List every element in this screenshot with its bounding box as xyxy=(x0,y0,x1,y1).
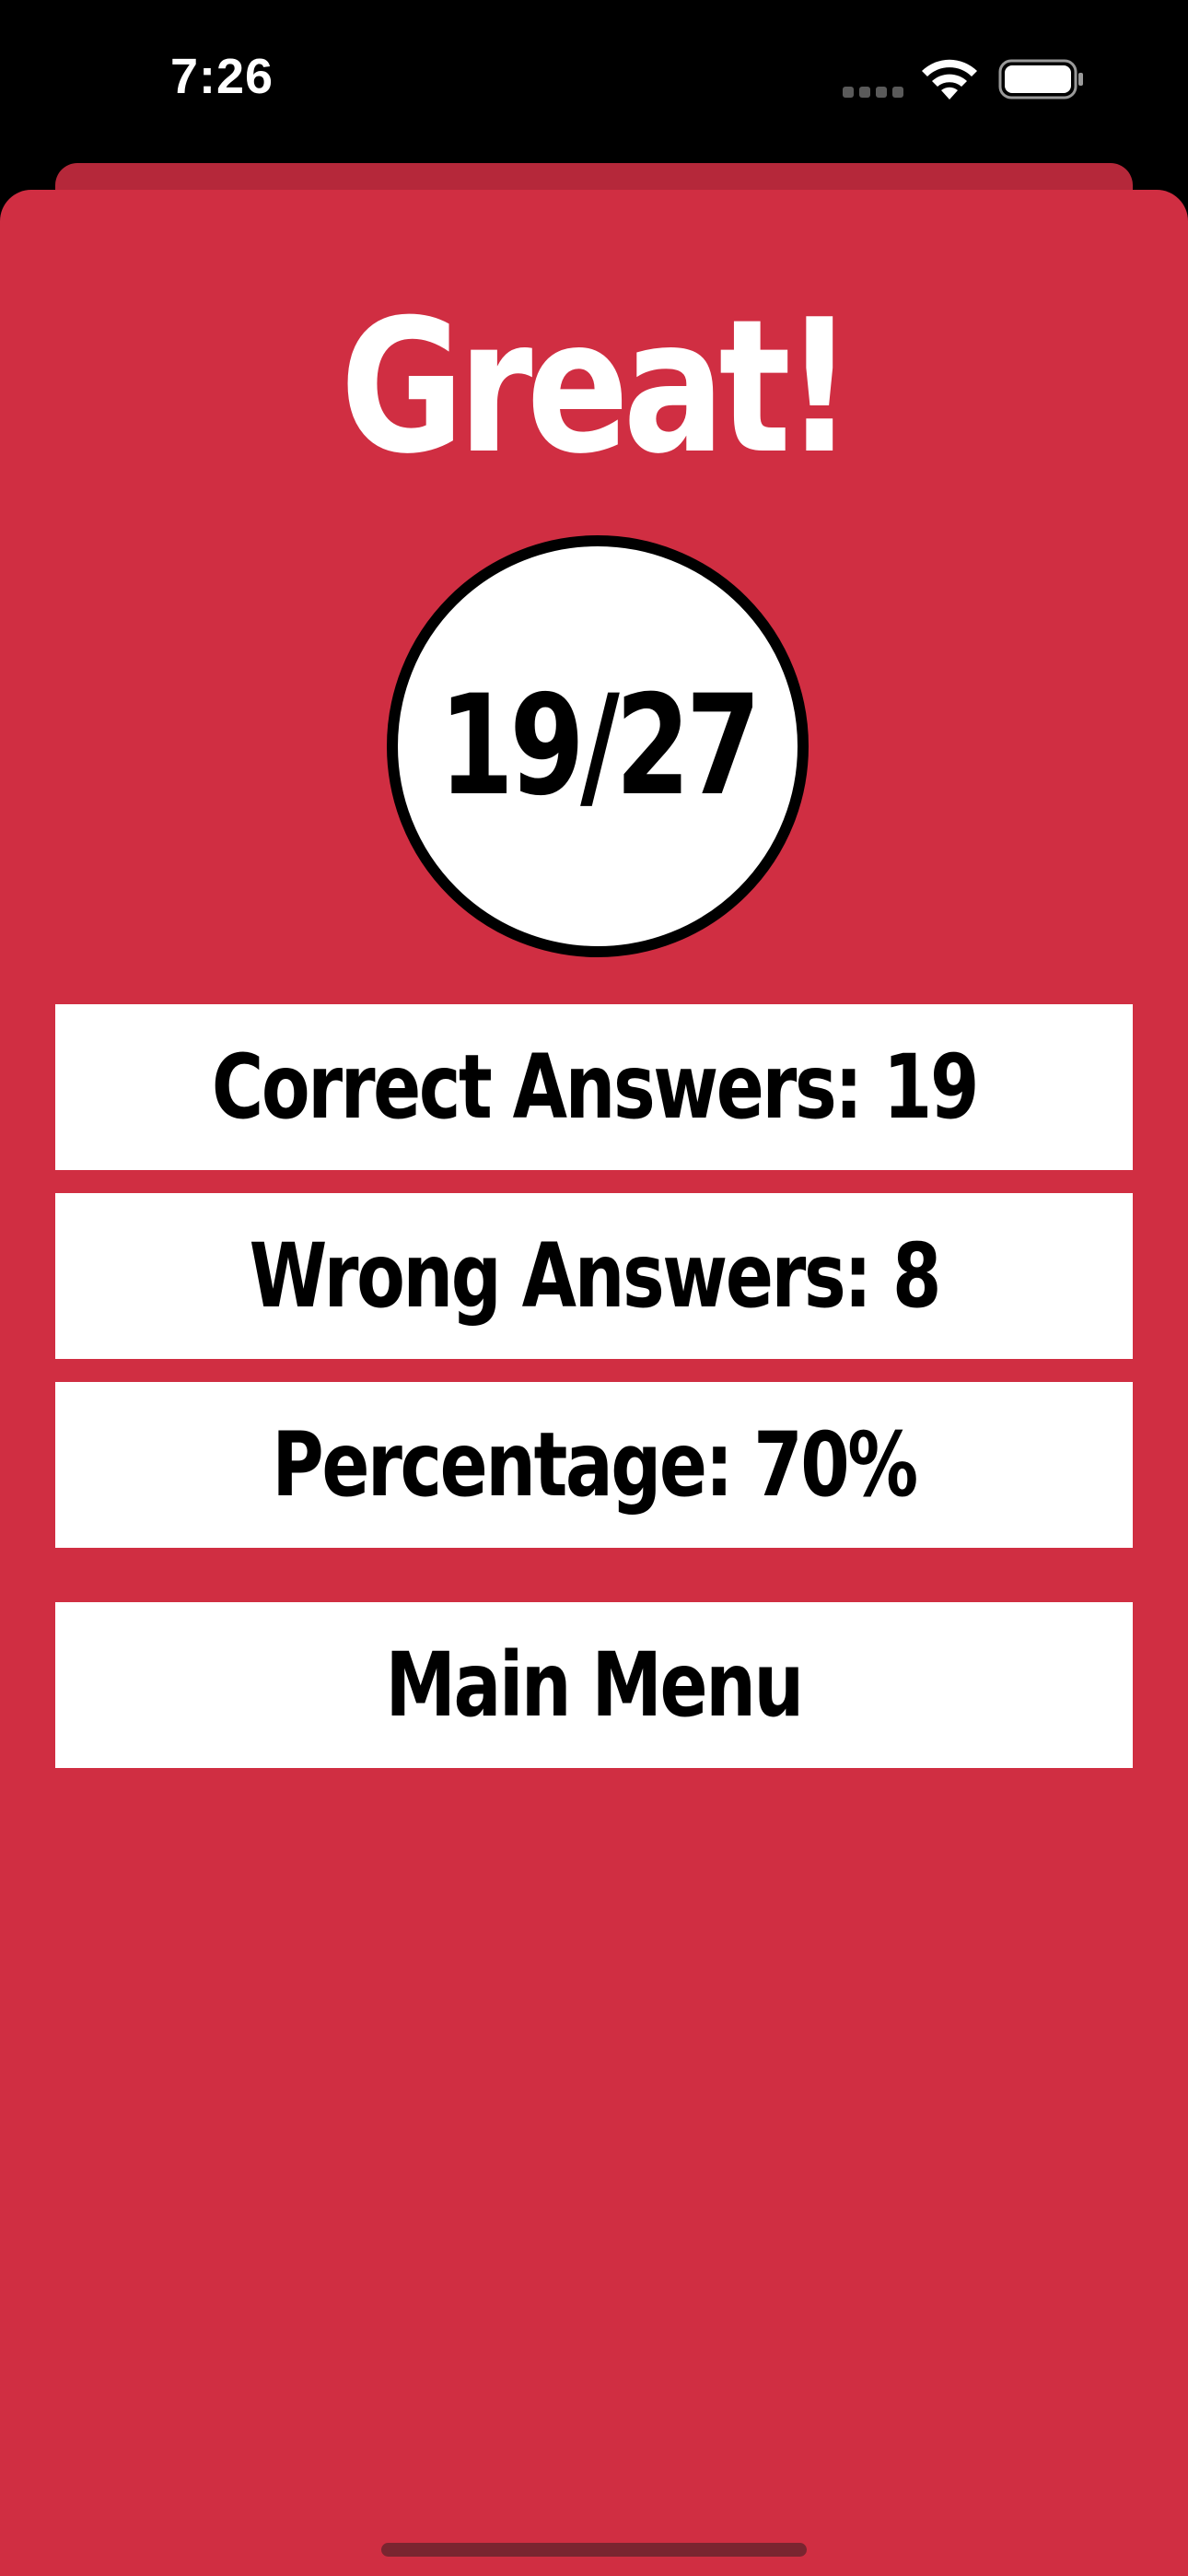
wrong-answers-box: Wrong Answers: 8 xyxy=(55,1193,1133,1359)
battery-icon xyxy=(998,59,1083,100)
cellular-signal-icon xyxy=(843,87,903,98)
status-time: 7:26 xyxy=(170,49,274,104)
home-indicator[interactable] xyxy=(381,2543,807,2557)
result-card: Great! 19/27 Correct Answers: 19 Wrong A… xyxy=(0,190,1188,2576)
main-menu-button[interactable]: Main Menu xyxy=(55,1602,1133,1768)
status-bar: 7:26 xyxy=(0,0,1188,164)
percentage-box: Percentage: 70% xyxy=(55,1382,1133,1548)
main-menu-label: Main Menu xyxy=(385,1633,805,1737)
correct-answers-label: Correct Answers: 19 xyxy=(211,1036,979,1139)
result-title: Great! xyxy=(340,280,854,495)
percentage-label: Percentage: 70% xyxy=(272,1413,918,1516)
wrong-answers-label: Wrong Answers: 8 xyxy=(249,1224,941,1328)
correct-answers-box: Correct Answers: 19 xyxy=(55,1004,1133,1170)
score-text: 19/27 xyxy=(438,666,762,826)
wifi-icon xyxy=(922,59,977,100)
score-circle: 19/27 xyxy=(387,535,809,957)
